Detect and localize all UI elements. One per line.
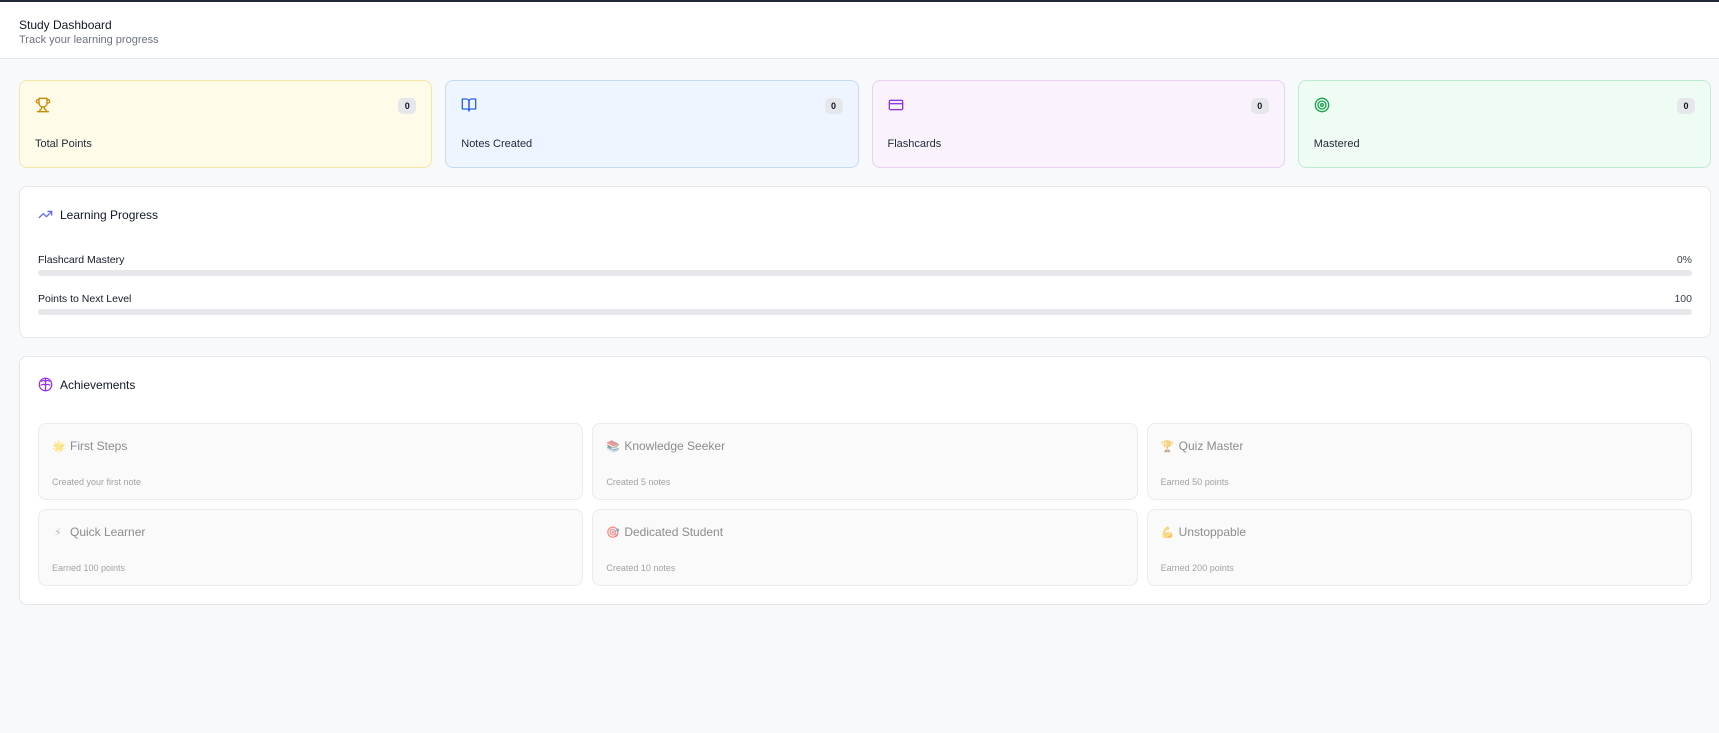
target-icon [1314, 97, 1330, 113]
credit-card-icon [888, 99, 903, 111]
achievement-quiz-master: 🏆 Quiz Master Earned 50 points [1146, 423, 1692, 500]
achievements-card: Achievements 🌟 First Steps Created your … [19, 356, 1711, 605]
achievement-description: Earned 50 points [1160, 477, 1229, 487]
stat-label: Flashcards [887, 138, 942, 150]
stats-row: 0 Total Points 0 Notes Created 0 Flashca… [19, 80, 1711, 168]
target-icon: 🎯 [606, 525, 621, 539]
book-open-icon [461, 98, 477, 112]
achievement-dedicated-student: 🎯 Dedicated Student Created 10 notes [592, 509, 1138, 586]
progress-value: 0% [1676, 254, 1692, 266]
books-icon: 📚 [606, 439, 621, 453]
progress-label: Points to Next Level [38, 293, 132, 305]
achievement-title: Dedicated Student [624, 525, 724, 539]
stat-value-badge: 0 [1677, 98, 1695, 114]
achievement-title: Quiz Master [1178, 439, 1244, 453]
achievement-first-steps: 🌟 First Steps Created your first note [38, 423, 584, 500]
lightning-icon: ⚡ [54, 525, 62, 539]
achievement-unstoppable: 💪 Unstoppable Earned 200 points [1146, 509, 1692, 586]
page-header: Study Dashboard Track your learning prog… [0, 2, 1719, 59]
trophy-icon [35, 97, 51, 113]
learning-progress-heading: Learning Progress [38, 207, 158, 222]
page-subtitle: Track your learning progress [19, 34, 159, 46]
progress-track [38, 309, 1692, 315]
trophy-icon: 🏆 [1160, 439, 1175, 453]
achievement-description: Earned 100 points [52, 563, 126, 573]
stat-card-notes-created: 0 Notes Created [445, 80, 859, 168]
stat-card-flashcards: 0 Flashcards [871, 80, 1285, 168]
stat-value-badge: 0 [824, 98, 843, 114]
trending-up-icon [38, 210, 53, 219]
stat-label: Notes Created [461, 138, 533, 150]
learning-progress-title: Learning Progress [60, 207, 159, 222]
stat-value-badge: 0 [398, 98, 417, 114]
stat-label: Total Points [35, 138, 92, 150]
achievement-description: Created 5 notes [606, 477, 671, 487]
achievement-title: Quick Learner [70, 525, 146, 539]
achievement-title: First Steps [70, 439, 128, 453]
page-title: Study Dashboard [19, 18, 112, 32]
brain-icon [38, 377, 53, 392]
stat-card-total-points: 0 Total Points [19, 80, 433, 168]
achievement-quick-learner: ⚡ Quick Learner Earned 100 points [38, 509, 584, 586]
star-icon: 🌟 [52, 439, 66, 453]
achievement-description: Created 10 notes [606, 563, 676, 573]
achievements-grid: 🌟 First Steps Created your first note 📚 … [38, 423, 1692, 586]
achievement-title: Knowledge Seeker [624, 439, 726, 453]
stat-card-mastered: 0 Mastered [1297, 80, 1711, 168]
progress-track [38, 270, 1692, 276]
flexed-arm-icon: 💪 [1160, 525, 1175, 539]
stat-label: Mastered [1313, 138, 1360, 150]
progress-label: Flashcard Mastery [38, 254, 125, 266]
achievement-description: Created your first note [52, 477, 142, 487]
stat-value-badge: 0 [1250, 98, 1269, 114]
achievements-heading: Achievements [38, 377, 135, 392]
achievements-title: Achievements [60, 377, 136, 392]
learning-progress-card: Learning Progress Flashcard Mastery 0% P… [19, 186, 1711, 338]
progress-value: 100 [1674, 293, 1692, 305]
achievement-knowledge-seeker: 📚 Knowledge Seeker Created 5 notes [592, 423, 1138, 500]
achievement-title: Unstoppable [1178, 525, 1247, 539]
achievement-description: Earned 200 points [1160, 563, 1234, 573]
